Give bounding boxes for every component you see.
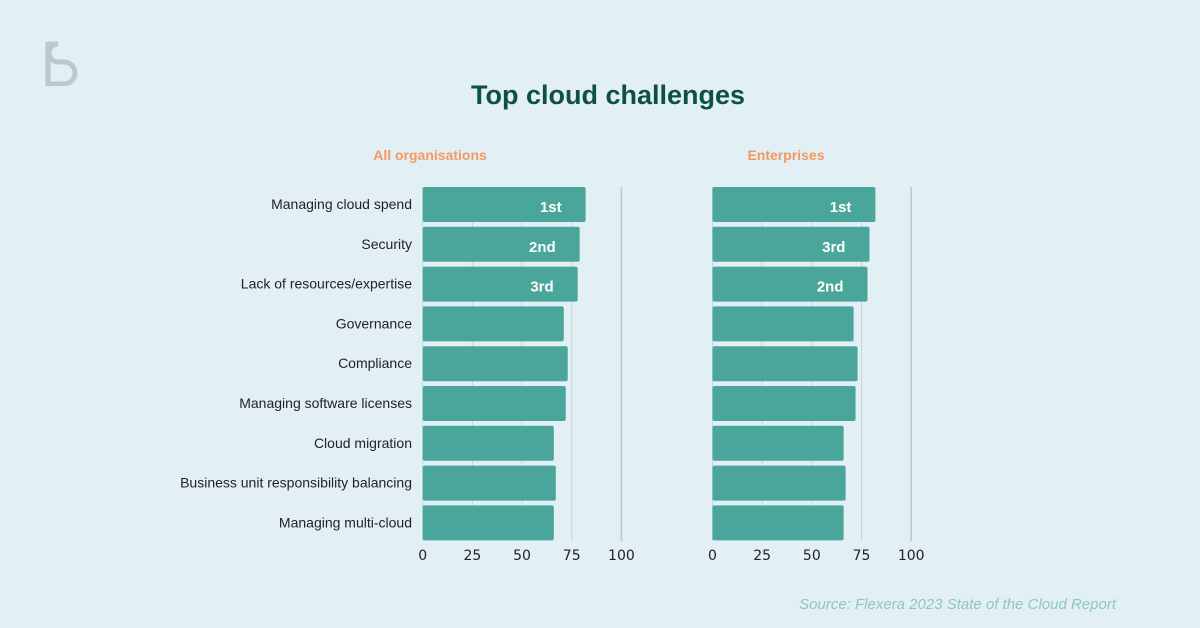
x-tick-label: 50 [803, 548, 821, 564]
x-tick-label: 75 [563, 548, 581, 564]
bar [712, 266, 868, 302]
bar [712, 346, 858, 382]
x-tick-label: 25 [753, 548, 771, 564]
rank-label: 1st [540, 199, 562, 216]
bar [422, 505, 554, 541]
category-label: Governance [336, 315, 412, 331]
bar [422, 386, 566, 421]
bar [712, 386, 856, 421]
bar [422, 226, 580, 262]
bar [712, 465, 846, 501]
bar [712, 505, 844, 541]
category-label: Lack of resources/expertise [241, 276, 412, 292]
bar [422, 306, 564, 342]
bar [422, 266, 578, 302]
x-tick-label: 100 [608, 548, 635, 564]
x-tick-label: 50 [513, 548, 531, 564]
x-tick-label: 0 [418, 548, 427, 564]
bar [712, 306, 854, 342]
category-label: Compliance [338, 355, 412, 371]
bar [712, 226, 870, 262]
rank-label: 3rd [822, 239, 845, 256]
bar [422, 465, 556, 501]
chart-area: 0 25 50 75 100 1st Managing cloud spend 2nd Secu… [180, 187, 925, 564]
category-label: Business unit responsibility balancing [180, 475, 412, 491]
category-label: Managing cloud spend [271, 196, 412, 212]
x-tick-label: 100 [898, 548, 925, 564]
x-tick-label: 0 [708, 548, 717, 564]
bar [422, 346, 568, 382]
rank-label: 2nd [817, 279, 844, 296]
x-tick-label: 75 [853, 548, 871, 564]
rank-label: 1st [830, 199, 852, 216]
bar [712, 425, 844, 461]
category-label: Managing multi-cloud [279, 514, 412, 530]
x-tick-label: 25 [463, 548, 481, 564]
category-label: Managing software licenses [239, 395, 412, 411]
rank-label: 2nd [529, 239, 556, 256]
rank-label: 3rd [530, 279, 553, 296]
category-label: Security [361, 236, 412, 252]
category-label: Cloud migration [314, 435, 412, 451]
bar [422, 425, 554, 461]
